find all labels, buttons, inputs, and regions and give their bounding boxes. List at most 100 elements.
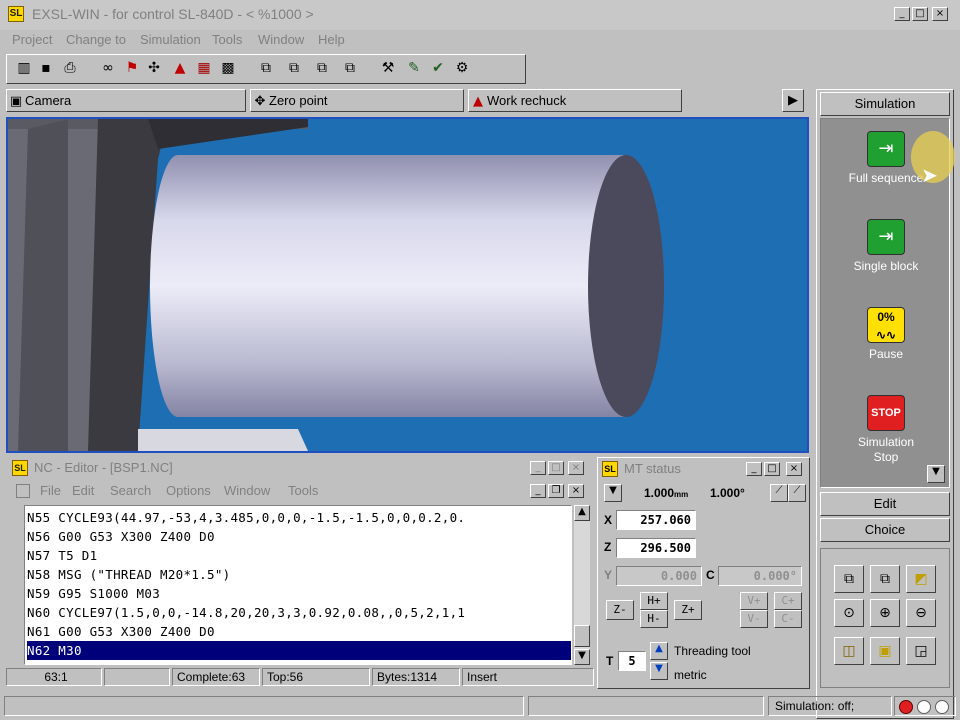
tool-name: Threading tool [674, 644, 751, 658]
code-line[interactable]: N55 CYCLE93(44.97,-53,4,3.485,0,0,0,-1.5… [27, 508, 571, 527]
save-icon[interactable]: ▪ [35, 57, 57, 79]
menu-project[interactable]: Project [12, 32, 52, 47]
tool-up-button[interactable]: ▲ [650, 642, 668, 660]
menu-window[interactable]: Window [258, 32, 304, 47]
check-tool-icon[interactable]: ✔ [427, 57, 449, 79]
nc-status-bar: 63:1 Complete:63 Top:56 Bytes:1314 Inser… [6, 668, 594, 688]
nc-menu-file[interactable]: File [40, 483, 61, 498]
mouse-cursor-icon: ➤ [921, 163, 938, 187]
nc-doc-minimize-button[interactable]: _ [530, 484, 546, 498]
scroll-down-button[interactable]: ▼ [574, 649, 590, 665]
c-axis-label: C [706, 568, 715, 582]
nc-vertical-scrollbar[interactable]: ▲ ▼ [574, 505, 590, 665]
simulation-stop-button[interactable]: STOP Simulation Stop [821, 395, 951, 465]
window3-icon[interactable]: ⧉ [311, 57, 333, 79]
minimize-button[interactable]: _ [894, 7, 910, 21]
code-line[interactable]: N57 T5 D1 [27, 546, 571, 565]
zoom-out-icon[interactable]: ⊖ [906, 599, 936, 627]
nc-menu-edit[interactable]: Edit [72, 483, 94, 498]
tool-number-value[interactable]: 5 [618, 651, 646, 671]
tab-scroll-right-button[interactable]: ▶ [782, 89, 804, 112]
jog-h-minus-button[interactable]: H- [640, 610, 668, 628]
jog-c-minus-button[interactable]: C- [774, 610, 802, 628]
jog-v-minus-button[interactable]: V- [740, 610, 768, 628]
code-line-selected[interactable]: N62 M30 [27, 641, 571, 660]
zoom-fit-icon[interactable]: ⊙ [834, 599, 864, 627]
glasses-icon[interactable]: ∞ [97, 57, 119, 79]
jog-c-plus-button[interactable]: C+ [774, 592, 802, 610]
menu-help[interactable]: Help [318, 32, 345, 47]
split-view-icon[interactable]: ◫ [834, 637, 864, 665]
nc-menu-search[interactable]: Search [110, 483, 151, 498]
window2-icon[interactable]: ⧉ [283, 57, 305, 79]
nc-menu-options[interactable]: Options [166, 483, 211, 498]
axes-icon[interactable]: ✣ [143, 57, 165, 79]
simulation-viewport[interactable] [6, 117, 809, 453]
tool-type: metric [674, 668, 707, 682]
layers-icon[interactable]: ◲ [906, 637, 936, 665]
camera-controls: ⧉ ⧉ ◩ ⊙ ⊕ ⊖ ◫ ▣ ◲ [830, 563, 942, 673]
pen-icon[interactable]: ⟋ [770, 484, 788, 502]
zoom-in-icon[interactable]: ⊕ [870, 599, 900, 627]
view-side-icon[interactable]: ⧉ [870, 565, 900, 593]
status-pane-main [4, 696, 524, 716]
menu-change-to[interactable]: Change to [66, 32, 126, 47]
mt-maximize-button[interactable]: □ [764, 462, 780, 476]
menu-tools[interactable]: Tools [212, 32, 242, 47]
maximize-button[interactable]: □ [912, 7, 928, 21]
table-icon[interactable]: ▩ [217, 57, 239, 79]
panel-scroll-down-button[interactable]: ▼ [927, 465, 945, 483]
tab-work-rechuck[interactable]: ▲ Work rechuck [468, 89, 682, 112]
menu-simulation[interactable]: Simulation [140, 32, 201, 47]
mt-close-button[interactable]: × [786, 462, 802, 476]
nc-maximize-button[interactable]: □ [548, 461, 564, 475]
clipboard-icon[interactable]: ✎ [403, 57, 425, 79]
code-line[interactable]: N60 CYCLE97(1.5,0,0,-14.8,20,20,3,3,0.92… [27, 603, 571, 622]
nc-menu-window[interactable]: Window [224, 483, 270, 498]
jog-z-plus-button[interactable]: Z+ [674, 600, 702, 620]
pause-button[interactable]: 0% ∿∿ Pause [821, 307, 951, 361]
jog-z-minus-button[interactable]: Z- [606, 600, 634, 620]
single-block-button[interactable]: ⇥ Single block [821, 219, 951, 273]
code-line[interactable]: N56 G00 G53 X300 Z400 D0 [27, 527, 571, 546]
nc-code-area[interactable]: N55 CYCLE93(44.97,-53,4,3.485,0,0,0,-1.5… [24, 505, 572, 665]
stop-icon: STOP [867, 395, 905, 431]
nc-menu-tools[interactable]: Tools [288, 483, 318, 498]
grid-icon[interactable]: ▥ [13, 57, 35, 79]
tool-icon[interactable]: ⚒ [377, 57, 399, 79]
nc-doc-restore-button[interactable]: ❐ [548, 484, 564, 498]
scroll-thumb[interactable] [574, 625, 590, 647]
ruler-icon[interactable]: ⟋ [788, 484, 806, 502]
calendar-icon[interactable]: ▦ [193, 57, 215, 79]
window1-icon[interactable]: ⧉ [255, 57, 277, 79]
window-title: EXSL-WIN - for control SL-840D - < %1000… [32, 6, 314, 22]
nc-close-button[interactable]: × [568, 461, 584, 475]
single-view-icon[interactable]: ▣ [870, 637, 900, 665]
wrench-icon[interactable]: ⚙ [451, 57, 473, 79]
tab-camera[interactable]: ▣ Camera [6, 89, 246, 112]
workpiece-icon[interactable]: ▲ [169, 57, 191, 79]
window4-icon[interactable]: ⧉ [339, 57, 361, 79]
choice-button[interactable]: Choice [820, 518, 950, 542]
edit-button[interactable]: Edit [820, 492, 950, 516]
close-button[interactable]: × [932, 7, 948, 21]
code-line[interactable]: N61 G00 G53 X300 Z400 D0 [27, 622, 571, 641]
c-position-value: 0.000° [718, 566, 802, 586]
nc-minimize-button[interactable]: _ [530, 461, 546, 475]
view-front-icon[interactable]: ⧉ [834, 565, 864, 593]
jog-v-plus-button[interactable]: V+ [740, 592, 768, 610]
flag-icon[interactable]: ⚑ [121, 57, 143, 79]
increment-dropdown-button[interactable]: ▼ [604, 484, 622, 502]
scroll-up-button[interactable]: ▲ [574, 505, 590, 521]
code-line[interactable]: N59 G95 S1000 M03 [27, 584, 571, 603]
nc-doc-close-button[interactable]: × [568, 484, 584, 498]
tool-down-button[interactable]: ▼ [650, 662, 668, 680]
x-axis-label: X [604, 513, 613, 527]
mt-minimize-button[interactable]: _ [746, 462, 762, 476]
print-icon[interactable]: ⎙ [59, 57, 81, 79]
increment-angle: 1.000° [710, 486, 745, 500]
code-line[interactable]: N58 MSG ("THREAD M20*1.5") [27, 565, 571, 584]
view-iso-icon[interactable]: ◩ [906, 565, 936, 593]
jog-h-plus-button[interactable]: H+ [640, 592, 668, 610]
tab-zero-point[interactable]: ✥ Zero point [250, 89, 464, 112]
